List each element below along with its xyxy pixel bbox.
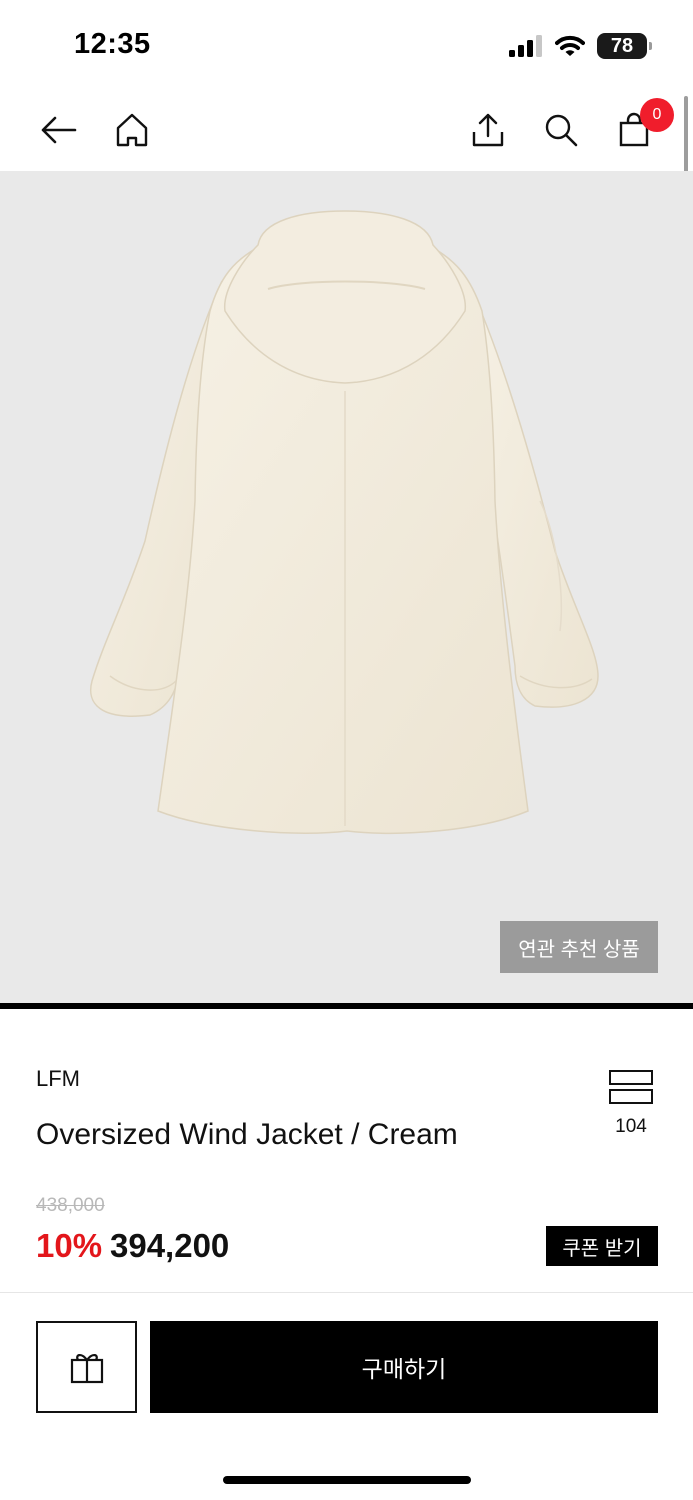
- share-icon: [472, 113, 504, 147]
- layout-count: 104: [615, 1116, 647, 1137]
- gift-icon: [70, 1354, 103, 1384]
- cart-button[interactable]: 0: [612, 98, 674, 152]
- product-image[interactable]: 연관 추천 상품: [0, 171, 693, 1003]
- product-name: Oversized Wind Jacket / Cream: [36, 1118, 458, 1151]
- status-bar: 12:35 78: [0, 0, 693, 90]
- back-arrow-icon: [41, 116, 77, 144]
- bottom-divider: [0, 1292, 693, 1293]
- status-icons: 78: [509, 33, 652, 59]
- buy-button[interactable]: 구매하기: [150, 1321, 658, 1413]
- nav-bar: 0: [0, 90, 693, 170]
- share-button[interactable]: [466, 108, 510, 152]
- layout-toggle-icon: [609, 1070, 653, 1108]
- sale-price: 394,200: [110, 1227, 230, 1264]
- jacket-image: [90, 210, 599, 834]
- gift-button[interactable]: [36, 1321, 137, 1413]
- status-time: 12:35: [74, 28, 151, 60]
- signal-icon: [509, 35, 542, 57]
- back-button[interactable]: [36, 108, 80, 152]
- search-icon: [545, 114, 578, 147]
- scroll-indicator[interactable]: [684, 96, 688, 178]
- home-icon: [116, 113, 148, 147]
- image-divider: [0, 1003, 693, 1009]
- discount-rate: 10%: [36, 1227, 103, 1264]
- coupon-button[interactable]: 쿠폰 받기: [546, 1226, 658, 1266]
- battery-level: 78: [610, 34, 634, 57]
- wifi-icon: [555, 35, 585, 56]
- original-price: 438,000: [36, 1195, 105, 1216]
- brand-name[interactable]: LFM: [36, 1066, 80, 1092]
- home-indicator[interactable]: [223, 1476, 471, 1484]
- related-products-button[interactable]: 연관 추천 상품: [500, 921, 658, 973]
- cart-count-badge: 0: [640, 98, 674, 132]
- search-button[interactable]: [539, 108, 583, 152]
- battery-indicator: 78: [597, 33, 652, 59]
- layout-toggle-button[interactable]: 104: [605, 1070, 657, 1144]
- home-button[interactable]: [110, 108, 154, 152]
